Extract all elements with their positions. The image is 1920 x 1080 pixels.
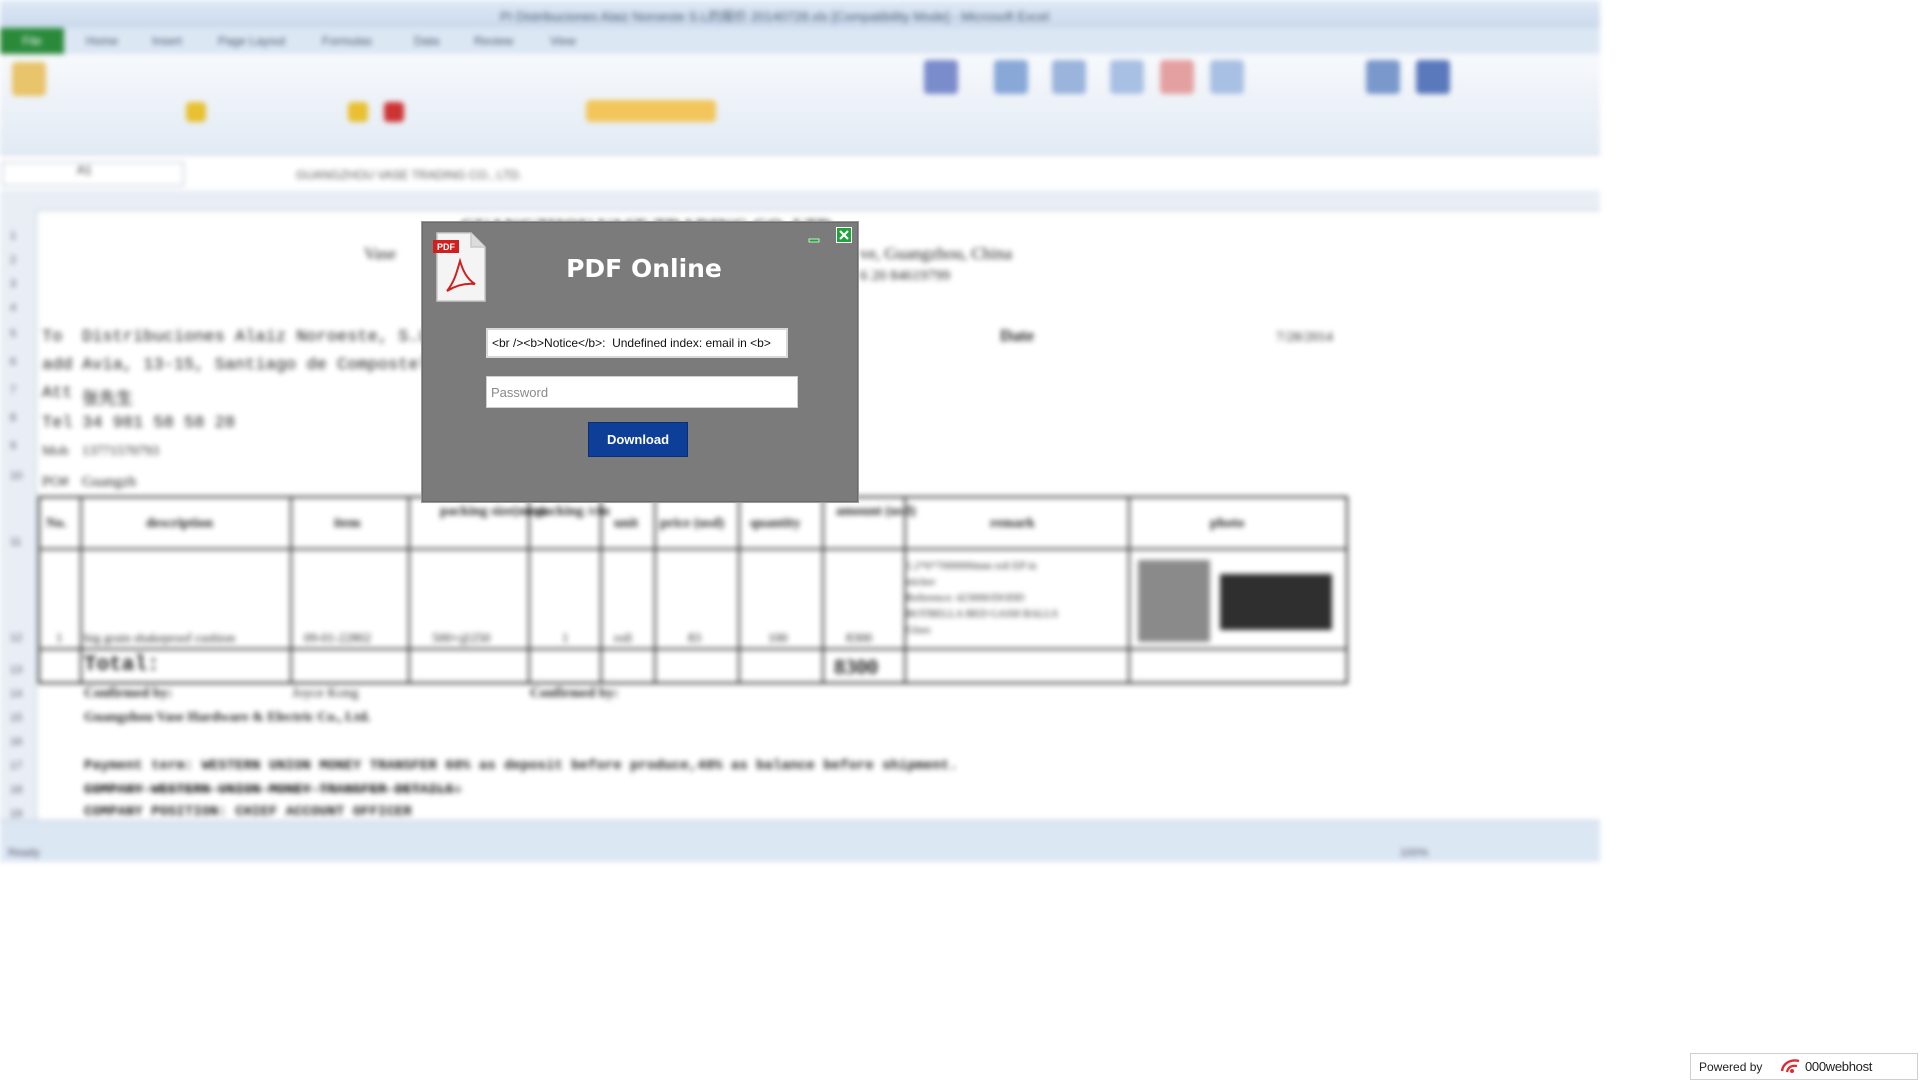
svg-text:PDF: PDF <box>437 242 456 252</box>
password-field[interactable] <box>486 376 798 408</box>
minimize-icon[interactable] <box>807 231 821 245</box>
delete-icon <box>1160 60 1194 94</box>
email-field[interactable] <box>486 328 788 358</box>
pdf-login-modal: PDF PDF Online Download <box>422 222 858 502</box>
tab-formulas: Formulas <box>322 34 373 48</box>
format-icon <box>1210 60 1244 94</box>
add-value: Avia, 13-15, Santiago de Compostela, <box>82 356 450 375</box>
total-value: 8300 <box>834 654 878 679</box>
address-left: Vase <box>364 244 397 263</box>
mob-value: 13771570793 <box>82 444 159 459</box>
att-value: 张先生 <box>82 389 133 408</box>
font-color-icon <box>384 102 404 122</box>
tab-page-layout: Page Layout <box>218 34 286 48</box>
000webhost-logo-icon <box>1779 1057 1803 1075</box>
brand-name: 000webhost <box>1805 1059 1873 1074</box>
sort-filter-icon <box>1366 60 1400 94</box>
product-photo-1 <box>1138 560 1210 642</box>
merge-center-icon <box>586 100 716 122</box>
ribbon <box>0 54 1600 155</box>
mob-label: Mob <box>42 444 69 459</box>
tel-value: 34 981 58 58 28 <box>82 414 236 433</box>
close-icon[interactable] <box>836 227 852 243</box>
status-bar: Ready 100% <box>0 820 1600 862</box>
powered-by-badge[interactable]: Powered by 000webhost <box>1690 1053 1918 1080</box>
po-value: Guangzh <box>82 474 137 490</box>
name-box: A1 <box>2 162 184 186</box>
date-label: Date <box>1000 326 1034 345</box>
tab-home: Home <box>86 34 119 48</box>
excel-titlebar: PI Distribuciones Alaiz Noroeste S.L的报价 … <box>0 0 1600 28</box>
total-label: Total: <box>84 654 160 677</box>
bold-icon <box>186 102 206 122</box>
window-title: PI Distribuciones Alaiz Noroeste S.L的报价 … <box>500 9 1050 24</box>
modal-title: PDF Online <box>566 254 722 283</box>
file-tab: File <box>0 28 64 54</box>
column-headers <box>0 190 1600 211</box>
cell-styles-icon <box>1052 60 1086 94</box>
row-headers: 1 2 3 4 5 6 7 8 9 10 11 12 13 14 15 16 1… <box>0 210 37 820</box>
fill-color-icon <box>348 102 368 122</box>
formula-bar: A1 GUANGZHOU VASE TRADING CO., LTD. <box>0 156 1600 191</box>
paste-icon <box>12 62 46 96</box>
to-label: To <box>42 328 63 347</box>
tab-insert: Insert <box>152 34 183 48</box>
po-label: PO# <box>42 474 69 490</box>
to-value: Distribuciones Alaiz Noroeste, S.L <box>82 328 429 347</box>
tab-view: View <box>550 34 576 48</box>
formula-text: GUANGZHOU VASE TRADING CO., LTD. <box>296 168 523 182</box>
address-right: ve, Guangzhou, China <box>860 244 1013 263</box>
add-label: add <box>42 356 73 375</box>
conditional-formatting-icon <box>924 60 958 94</box>
phone-fragment: 6 20 84619799 <box>860 268 950 284</box>
tel-label: Tel <box>42 414 73 433</box>
powered-by-label: Powered by <box>1699 1060 1763 1074</box>
insert-icon <box>1110 60 1144 94</box>
product-photo-2 <box>1220 574 1332 630</box>
find-select-icon <box>1416 60 1450 94</box>
download-button[interactable]: Download <box>588 422 688 457</box>
date-value: 7/28/2014 <box>1276 330 1333 345</box>
format-as-table-icon <box>994 60 1028 94</box>
att-label: Att <box>42 384 73 403</box>
tab-data: Data <box>414 34 440 48</box>
tab-review: Review <box>474 34 514 48</box>
